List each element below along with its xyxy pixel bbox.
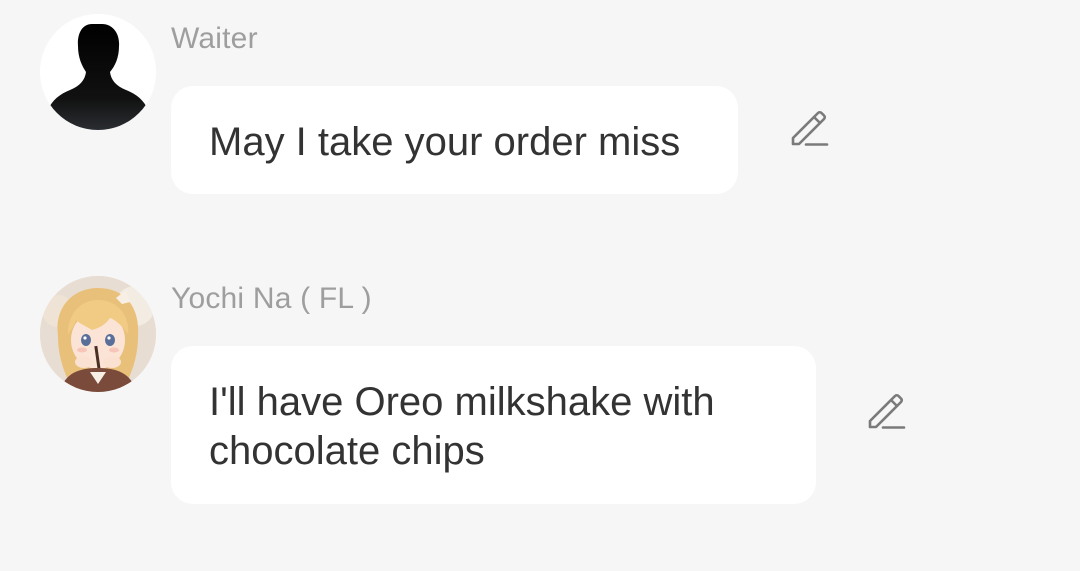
avatar[interactable] — [40, 14, 156, 130]
message-bubble[interactable]: May I take your order miss — [171, 86, 738, 194]
silhouette-avatar-icon — [40, 14, 156, 130]
anime-girl-avatar-icon — [40, 276, 156, 392]
chat-message: Waiter May I take your order miss — [0, 0, 1080, 230]
edit-message-button[interactable] — [787, 106, 831, 150]
chat-thread: Waiter May I take your order miss Yochi … — [0, 0, 1080, 571]
avatar[interactable] — [40, 276, 156, 392]
sender-name: Waiter — [171, 22, 258, 55]
message-bubble[interactable]: I'll have Oreo milkshake with chocolate … — [171, 346, 816, 504]
chat-message: Yochi Na ( FL ) I'll have Oreo milkshake… — [0, 260, 1080, 550]
pencil-edit-icon — [791, 110, 829, 146]
edit-message-button[interactable] — [864, 389, 908, 433]
sender-name: Yochi Na ( FL ) — [171, 282, 372, 315]
pencil-edit-icon — [868, 393, 906, 429]
